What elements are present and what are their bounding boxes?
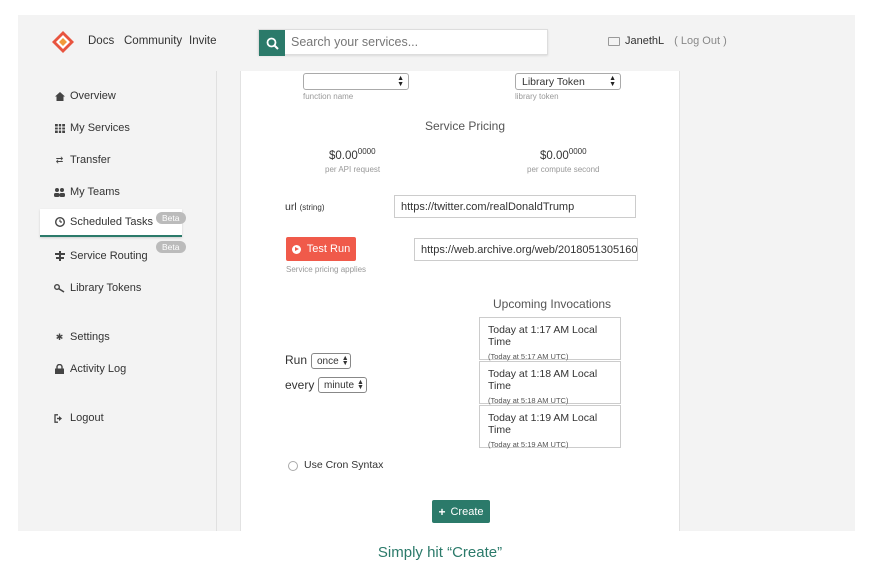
sidebar-item-label: Settings — [70, 331, 110, 343]
select-arrows-icon: ▲ ▼ — [397, 75, 404, 88]
test-run-label: Test Run — [306, 243, 351, 255]
select-arrows-icon: ▲ ▼ — [357, 379, 364, 391]
clock-icon — [54, 217, 65, 228]
sidebar-item-settings[interactable]: ✱ Settings — [40, 324, 180, 350]
sidebar-item-library-tokens[interactable]: Library Tokens — [40, 275, 180, 301]
library-token-value: Library Token — [522, 75, 585, 88]
price-per-request-caption: per API request — [325, 165, 381, 174]
test-result-output[interactable]: https://web.archive.org/web/201805130516… — [414, 238, 638, 261]
cron-syntax-checkbox[interactable] — [288, 461, 298, 471]
routing-icon — [54, 251, 65, 262]
function-name-select[interactable]: ▲ ▼ — [303, 73, 409, 90]
search-button[interactable] — [259, 30, 285, 56]
search-input[interactable] — [291, 30, 541, 54]
price-per-compute: $0.000000 — [540, 147, 587, 162]
sidebar-item-label: My Teams — [70, 186, 120, 198]
sidebar-item-logout[interactable]: Logout — [40, 405, 180, 431]
sidebar-item-scheduled-tasks[interactable]: Scheduled Tasks Beta — [40, 209, 186, 237]
test-run-button[interactable]: Test Run — [286, 237, 356, 261]
top-bar: Docs Community Invite JanethL ( Log Out … — [18, 15, 855, 71]
run-frequency-value: once — [317, 355, 339, 367]
play-icon — [291, 244, 301, 254]
price-per-request: $0.000000 — [329, 147, 376, 162]
id-card-icon — [608, 36, 620, 46]
library-token-caption: library token — [515, 92, 559, 101]
sidebar: Overview My Services ⇄ Transfer My Teams… — [18, 71, 216, 531]
nav-community-link[interactable]: Community — [124, 35, 182, 47]
app-window: Docs Community Invite JanethL ( Log Out … — [18, 15, 855, 531]
invocation-item: Today at 1:17 AM Local Time (Today at 5:… — [479, 317, 621, 361]
search-bar — [258, 29, 548, 56]
teams-icon — [54, 187, 65, 198]
run-label: Run — [285, 353, 308, 367]
sidebar-item-label: Logout — [70, 412, 104, 424]
plus-icon: + — [438, 504, 446, 519]
sidebar-divider — [216, 71, 217, 531]
invocation-item: Today at 1:18 AM Local Time (Today at 5:… — [479, 361, 621, 405]
interval-unit-select[interactable]: minute ▲ ▼ — [318, 377, 367, 393]
function-name-caption: function name — [303, 92, 354, 101]
service-pricing-title: Service Pricing — [425, 119, 506, 133]
sidebar-item-label: Transfer — [70, 154, 111, 166]
sidebar-item-label: Scheduled Tasks — [70, 216, 153, 228]
lock-icon — [54, 364, 65, 375]
sidebar-item-activity-log[interactable]: Activity Log — [40, 356, 180, 382]
create-button[interactable]: + Create — [432, 500, 490, 523]
upcoming-invocations-title: Upcoming Invocations — [493, 297, 612, 311]
key-icon — [54, 283, 65, 294]
sidebar-item-label: Activity Log — [70, 363, 127, 375]
sidebar-item-transfer[interactable]: ⇄ Transfer — [40, 147, 180, 173]
user-info: JanethL ( Log Out ) — [608, 35, 727, 47]
library-token-select[interactable]: Library Token ▲ ▼ — [515, 73, 621, 90]
sidebar-item-service-routing[interactable]: Service Routing Beta — [40, 241, 186, 269]
beta-badge: Beta — [156, 241, 186, 253]
select-arrows-icon: ▲ ▼ — [609, 75, 616, 88]
home-icon — [54, 91, 65, 102]
cron-syntax-label: Use Cron Syntax — [304, 459, 384, 471]
sidebar-item-overview[interactable]: Overview — [40, 83, 180, 109]
logout-icon — [54, 413, 65, 424]
every-label: every — [285, 378, 315, 392]
transfer-icon: ⇄ — [55, 154, 64, 165]
beta-badge: Beta — [156, 212, 186, 224]
search-icon — [266, 37, 279, 50]
nav-docs-link[interactable]: Docs — [88, 35, 114, 47]
sidebar-item-label: Overview — [70, 90, 116, 102]
invocation-local-time: Today at 1:18 AM Local Time — [488, 368, 598, 392]
logout-link[interactable]: ( Log Out ) — [674, 35, 727, 47]
url-param-label: url (string) — [285, 201, 325, 213]
invocation-utc-time: (Today at 5:17 AM UTC) — [488, 352, 569, 361]
grid-icon — [54, 123, 65, 134]
sidebar-item-label: My Services — [70, 122, 130, 134]
username: JanethL — [625, 35, 665, 47]
sidebar-item-label: Service Routing — [70, 250, 148, 262]
interval-unit-value: minute — [324, 379, 355, 391]
invocation-local-time: Today at 1:17 AM Local Time — [488, 324, 598, 348]
select-arrows-icon: ▲ ▼ — [341, 355, 349, 367]
invocation-local-time: Today at 1:19 AM Local Time — [488, 412, 598, 436]
run-frequency-select[interactable]: once ▲ ▼ — [311, 353, 351, 369]
invocation-utc-time: (Today at 5:19 AM UTC) — [488, 440, 569, 449]
sidebar-item-label: Library Tokens — [70, 282, 142, 294]
sidebar-item-my-services[interactable]: My Services — [40, 115, 180, 141]
task-form-panel: ▲ ▼ function name Library Token ▲ ▼ librar… — [240, 71, 680, 531]
test-run-caption: Service pricing applies — [286, 265, 367, 274]
stdlib-logo-icon[interactable] — [52, 31, 74, 53]
nav-invite-link[interactable]: Invite — [189, 35, 217, 47]
invocation-utc-time: (Today at 5:18 AM UTC) — [488, 396, 569, 405]
create-label: Create — [450, 505, 484, 518]
url-input[interactable]: https://twitter.com/realDonaldTrump — [394, 195, 636, 218]
sidebar-item-my-teams[interactable]: My Teams — [40, 179, 180, 205]
gear-icon: ✱ — [55, 331, 64, 342]
image-caption: Simply hit “Create” — [377, 544, 503, 561]
price-per-compute-caption: per compute second — [527, 165, 600, 174]
invocation-item: Today at 1:19 AM Local Time (Today at 5:… — [479, 405, 621, 449]
